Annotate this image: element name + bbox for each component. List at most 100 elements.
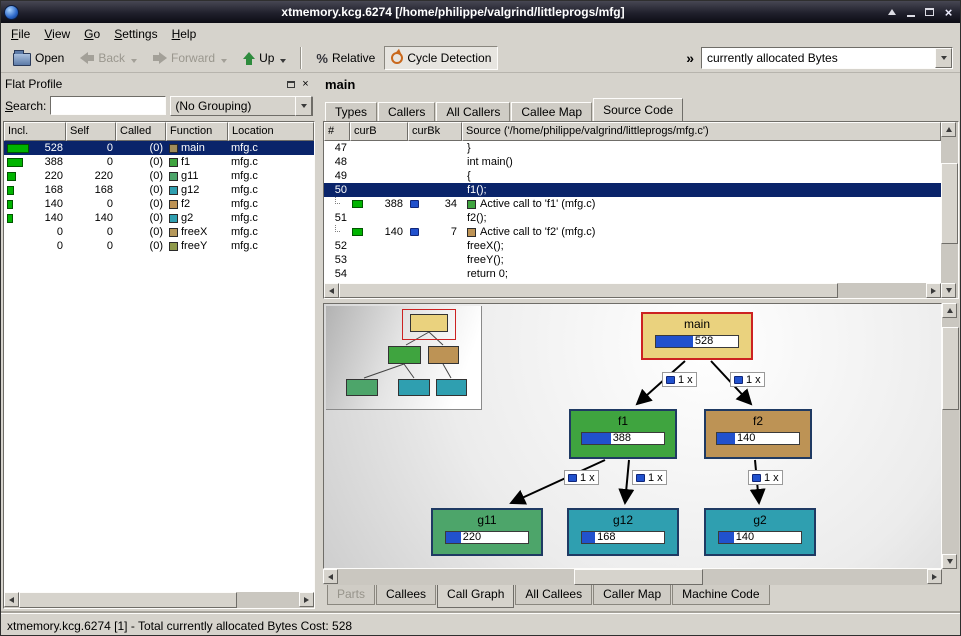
menu-item-help[interactable]: Help (165, 25, 204, 43)
tab-callee-map[interactable]: Callee Map (511, 102, 592, 121)
source-column-header--[interactable]: # (324, 122, 350, 141)
cycle-detection-toggle-button[interactable]: Cycle Detection (384, 46, 498, 70)
function-row-main[interactable]: 5280(0)mainmfg.c (4, 141, 314, 155)
function-row-freey[interactable]: 00(0)freeYmfg.c (4, 239, 314, 253)
maximize-button[interactable] (921, 4, 938, 20)
scrollbar-thumb[interactable] (19, 592, 237, 608)
menu-item-go[interactable]: Go (77, 25, 107, 43)
dock-titlebar[interactable]: Flat Profile × (3, 75, 315, 93)
event-type-selector[interactable]: currently allocated Bytes (701, 47, 953, 69)
tab-caller-map[interactable]: Caller Map (593, 585, 671, 605)
menu-item-view[interactable]: View (37, 25, 77, 43)
flat-profile-hscrollbar[interactable] (4, 592, 314, 608)
graph-vscrollbar[interactable] (942, 303, 959, 569)
scroll-up-button[interactable] (942, 303, 957, 318)
scroll-right-button[interactable] (927, 569, 942, 584)
source-column-header-curb[interactable]: curB (350, 122, 408, 141)
shade-button[interactable] (883, 4, 900, 20)
scrollbar-track[interactable] (19, 592, 299, 608)
tab-types[interactable]: Types (325, 102, 377, 121)
source-column-header-curbk[interactable]: curBk (408, 122, 462, 141)
graph-hscrollbar[interactable] (323, 569, 942, 585)
tab-call-graph[interactable]: Call Graph (437, 585, 514, 608)
source-column-header-source[interactable]: Source ('/home/philippe/valgrind/littlep… (462, 122, 941, 141)
dock-close-button[interactable]: × (298, 77, 313, 91)
graph-overview-minimap[interactable] (326, 306, 482, 410)
tab-callees[interactable]: Callees (376, 585, 436, 605)
function-row-g11[interactable]: 220220(0)g11mfg.c (4, 169, 314, 183)
open-button[interactable]: Open (6, 46, 71, 70)
tab-all-callers[interactable]: All Callers (436, 102, 510, 121)
graph-node-main[interactable]: main528 (641, 312, 753, 360)
source-line-row[interactable]: 47} (324, 141, 941, 155)
column-header-called[interactable]: Called (116, 122, 166, 141)
cell-self: 0 (66, 141, 116, 155)
scrollbar-thumb[interactable] (339, 283, 838, 298)
source-line-row[interactable]: 48int main() (324, 155, 941, 169)
scroll-left-button[interactable] (323, 569, 338, 584)
scroll-down-button[interactable] (942, 554, 957, 569)
graph-node-g12[interactable]: g12168 (567, 508, 679, 556)
tab-source-code[interactable]: Source Code (593, 98, 683, 121)
dock-float-button[interactable] (283, 77, 298, 91)
source-line-row[interactable]: 50f1(); (324, 183, 941, 197)
source-line-row[interactable]: 52freeX(); (324, 239, 941, 253)
relative-toggle-button[interactable]: % Relative (309, 46, 382, 70)
function-row-f1[interactable]: 3880(0)f1mfg.c (4, 155, 314, 169)
function-row-g2[interactable]: 140140(0)g2mfg.c (4, 211, 314, 225)
menu-item-settings[interactable]: Settings (107, 25, 164, 43)
source-line-row[interactable]: 49{ (324, 169, 941, 183)
scroll-left-button[interactable] (4, 592, 19, 607)
source-line-row[interactable]: 51f2(); (324, 211, 941, 225)
scroll-up-button[interactable] (941, 122, 956, 137)
tab-machine-code[interactable]: Machine Code (672, 585, 769, 605)
search-input[interactable] (50, 96, 166, 115)
graph-node-f2[interactable]: f2140 (704, 409, 812, 459)
column-header-incl-[interactable]: Incl. (4, 122, 66, 141)
call-graph-canvas[interactable]: main528f1388f2140g11220g12168g21401 x1 x… (323, 303, 942, 569)
close-button[interactable]: × (940, 4, 957, 20)
source-line-row[interactable]: 54return 0; (324, 267, 941, 281)
function-row-g12[interactable]: 168168(0)g12mfg.c (4, 183, 314, 197)
scrollbar-track[interactable] (339, 283, 926, 298)
forward-button[interactable]: Forward (146, 46, 234, 70)
scroll-right-button[interactable] (299, 592, 314, 607)
scroll-right-button[interactable] (926, 283, 941, 298)
scrollbar-track[interactable] (941, 137, 958, 283)
scroll-down-button[interactable] (941, 283, 956, 298)
grouping-selector[interactable]: (No Grouping) (170, 96, 313, 116)
tab-all-callees[interactable]: All Callees (515, 585, 592, 605)
up-button[interactable]: Up (236, 46, 293, 70)
column-header-self[interactable]: Self (66, 122, 116, 141)
minimap-view-rect[interactable] (402, 309, 456, 340)
scrollbar-thumb[interactable] (941, 163, 958, 243)
tab-callers[interactable]: Callers (378, 102, 435, 121)
source-vscrollbar[interactable] (941, 122, 958, 298)
grouping-dropdown-button[interactable] (295, 96, 312, 116)
active-call-row[interactable]: 38834Active call to 'f1' (mfg.c) (324, 197, 941, 211)
source-line-row[interactable]: 53freeY(); (324, 253, 941, 267)
function-row-f2[interactable]: 1400(0)f2mfg.c (4, 197, 314, 211)
graph-node-g11[interactable]: g11220 (431, 508, 543, 556)
triangle-left-icon (328, 574, 333, 580)
function-row-freex[interactable]: 00(0)freeXmfg.c (4, 225, 314, 239)
event-type-dropdown-button[interactable] (935, 48, 952, 68)
source-hscrollbar[interactable] (324, 283, 941, 298)
titlebar[interactable]: xtmemory.kcg.6274 [/home/philippe/valgri… (1, 1, 960, 23)
scrollbar-thumb[interactable] (942, 327, 959, 410)
scrollbar-track[interactable] (338, 569, 927, 585)
scroll-left-button[interactable] (324, 283, 339, 298)
graph-node-g2[interactable]: g2140 (704, 508, 816, 556)
toolbar-overflow-chevron[interactable]: » (681, 50, 699, 66)
scrollbar-track[interactable] (942, 318, 959, 554)
active-call-row[interactable]: 1407Active call to 'f2' (mfg.c) (324, 225, 941, 239)
back-button[interactable]: Back (73, 46, 144, 70)
column-header-function[interactable]: Function (166, 122, 228, 141)
up-dropdown-arrow-icon (280, 59, 286, 63)
menu-item-file[interactable]: File (4, 25, 37, 43)
tab-parts[interactable]: Parts (327, 585, 375, 605)
minimize-button[interactable] (902, 4, 919, 20)
column-header-location[interactable]: Location (228, 122, 314, 141)
scrollbar-thumb[interactable] (574, 569, 704, 585)
graph-node-f1[interactable]: f1388 (569, 409, 677, 459)
